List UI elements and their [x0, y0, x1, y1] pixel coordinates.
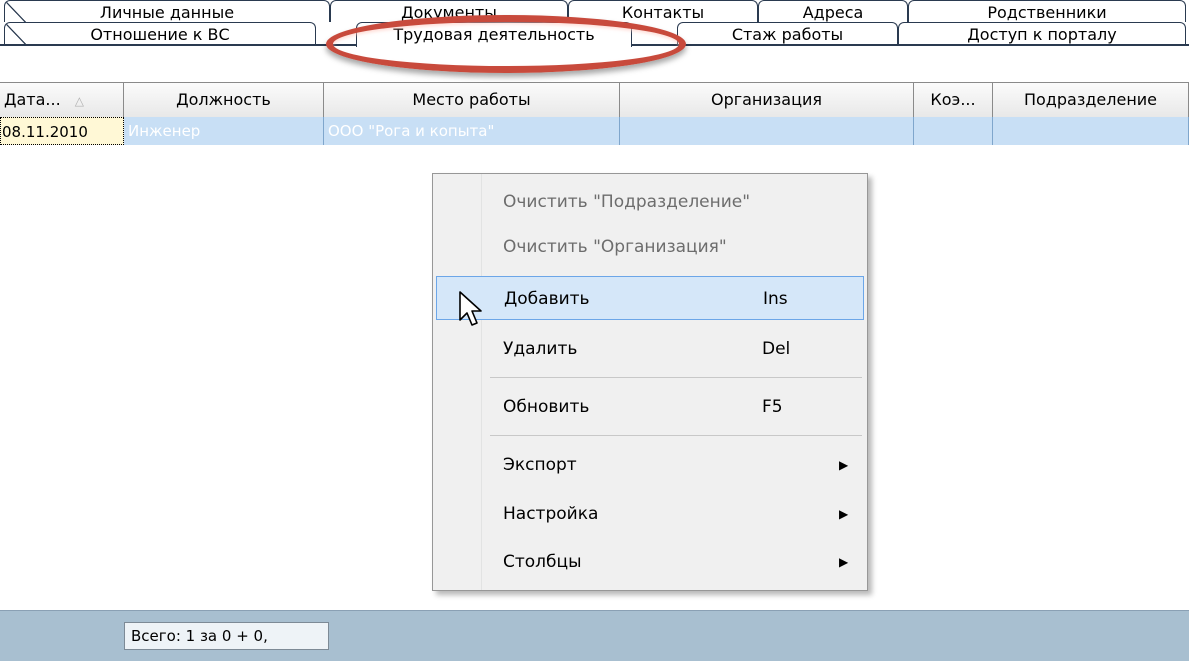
cell-department[interactable]: [993, 117, 1189, 145]
cell-workplace[interactable]: ООО "Рога и копыта": [324, 117, 620, 145]
menu-item-label: Очистить "Подразделение": [503, 192, 751, 212]
menu-item-delete[interactable]: Удалить Del: [436, 327, 864, 371]
column-header-workplace[interactable]: Место работы: [324, 83, 620, 117]
cell-date[interactable]: 08.11.2010: [0, 117, 124, 145]
grid-header: Дата... △ Должность Место работы Организа…: [0, 82, 1189, 118]
column-header-date[interactable]: Дата... △: [0, 83, 124, 117]
tab-strip-bottom: Отношение к ВС Трудовая деятельность Ста…: [0, 22, 1189, 47]
tab-employment-history[interactable]: Трудовая деятельность: [356, 22, 632, 47]
menu-item-columns[interactable]: Столбцы ▶: [436, 540, 864, 584]
column-header-department[interactable]: Подразделение: [993, 83, 1189, 117]
tab-label: Отношение к ВС: [90, 25, 230, 44]
menu-item-label: Экспорт: [503, 455, 577, 475]
tab-contacts[interactable]: Контакты: [568, 0, 758, 22]
tab-work-experience[interactable]: Стаж работы: [677, 22, 898, 46]
column-header-label: Подразделение: [1023, 90, 1158, 109]
tab-label: Контакты: [621, 3, 705, 22]
tab-documents[interactable]: Документы: [330, 0, 568, 22]
menu-item-label: Удалить: [503, 339, 578, 359]
tab-label: Трудовая деятельность: [393, 25, 595, 44]
submenu-arrow-icon: ▶: [839, 555, 849, 569]
table-row[interactable]: 08.11.2010 Инженер ООО "Рога и копыта": [0, 117, 1189, 145]
menu-item-export[interactable]: Экспорт ▶: [436, 443, 864, 487]
tab-addresses[interactable]: Адреса: [758, 0, 908, 22]
tab-label: Личные данные: [99, 3, 235, 22]
column-header-label: Должность: [176, 90, 271, 109]
menu-item-shortcut: Ins: [763, 289, 788, 309]
column-header-coefficient[interactable]: Коэ...: [914, 83, 993, 117]
tab-label: Стаж работы: [731, 25, 844, 44]
grid-footer: Всего: 1 за 0 + 0,: [0, 610, 1189, 661]
tab-label: Доступ к порталу: [967, 25, 1117, 44]
menu-item-label: Добавить: [504, 289, 590, 309]
footer-summary: Всего: 1 за 0 + 0,: [124, 622, 329, 650]
column-header-label: Место работы: [412, 90, 531, 109]
column-header-label: Организация: [710, 90, 823, 109]
column-header-label: Дата...: [4, 90, 61, 109]
menu-item-shortcut: Del: [762, 339, 791, 359]
tab-personal-data[interactable]: Личные данные: [4, 0, 330, 22]
column-header-organization[interactable]: Организация: [620, 83, 914, 117]
menu-item-label: Обновить: [503, 397, 590, 417]
menu-separator: [490, 435, 862, 436]
menu-item-add[interactable]: Добавить Ins: [436, 276, 864, 320]
submenu-arrow-icon: ▶: [839, 507, 849, 521]
menu-item-settings[interactable]: Настройка ▶: [436, 492, 864, 536]
menu-item-shortcut: F5: [762, 397, 783, 417]
menu-item-clear-department: Очистить "Подразделение": [436, 180, 864, 224]
submenu-arrow-icon: ▶: [839, 458, 849, 472]
tab-label: Документы: [401, 3, 497, 22]
menu-item-refresh[interactable]: Обновить F5: [436, 385, 864, 429]
sort-ascending-icon: △: [74, 94, 84, 108]
mouse-pointer-icon: [459, 291, 482, 326]
column-header-position[interactable]: Должность: [124, 83, 324, 117]
cell-coefficient[interactable]: [914, 117, 993, 145]
menu-item-clear-organization: Очистить "Организация": [436, 225, 864, 269]
menu-separator: [490, 377, 862, 378]
cell-organization[interactable]: [620, 117, 914, 145]
tab-military-relation[interactable]: Отношение к ВС: [4, 22, 316, 46]
column-header-label: Коэ...: [930, 90, 976, 109]
tab-label: Родственники: [987, 3, 1107, 22]
tab-portal-access[interactable]: Доступ к порталу: [898, 22, 1186, 46]
cell-position[interactable]: Инженер: [124, 117, 324, 145]
menu-item-label: Столбцы: [503, 552, 582, 572]
context-menu: Очистить "Подразделение" Очистить "Орган…: [432, 173, 868, 591]
menu-item-label: Очистить "Организация": [503, 237, 727, 257]
tab-label: Адреса: [802, 3, 864, 22]
tab-relatives[interactable]: Родственники: [908, 0, 1186, 22]
menu-item-label: Настройка: [503, 504, 599, 524]
